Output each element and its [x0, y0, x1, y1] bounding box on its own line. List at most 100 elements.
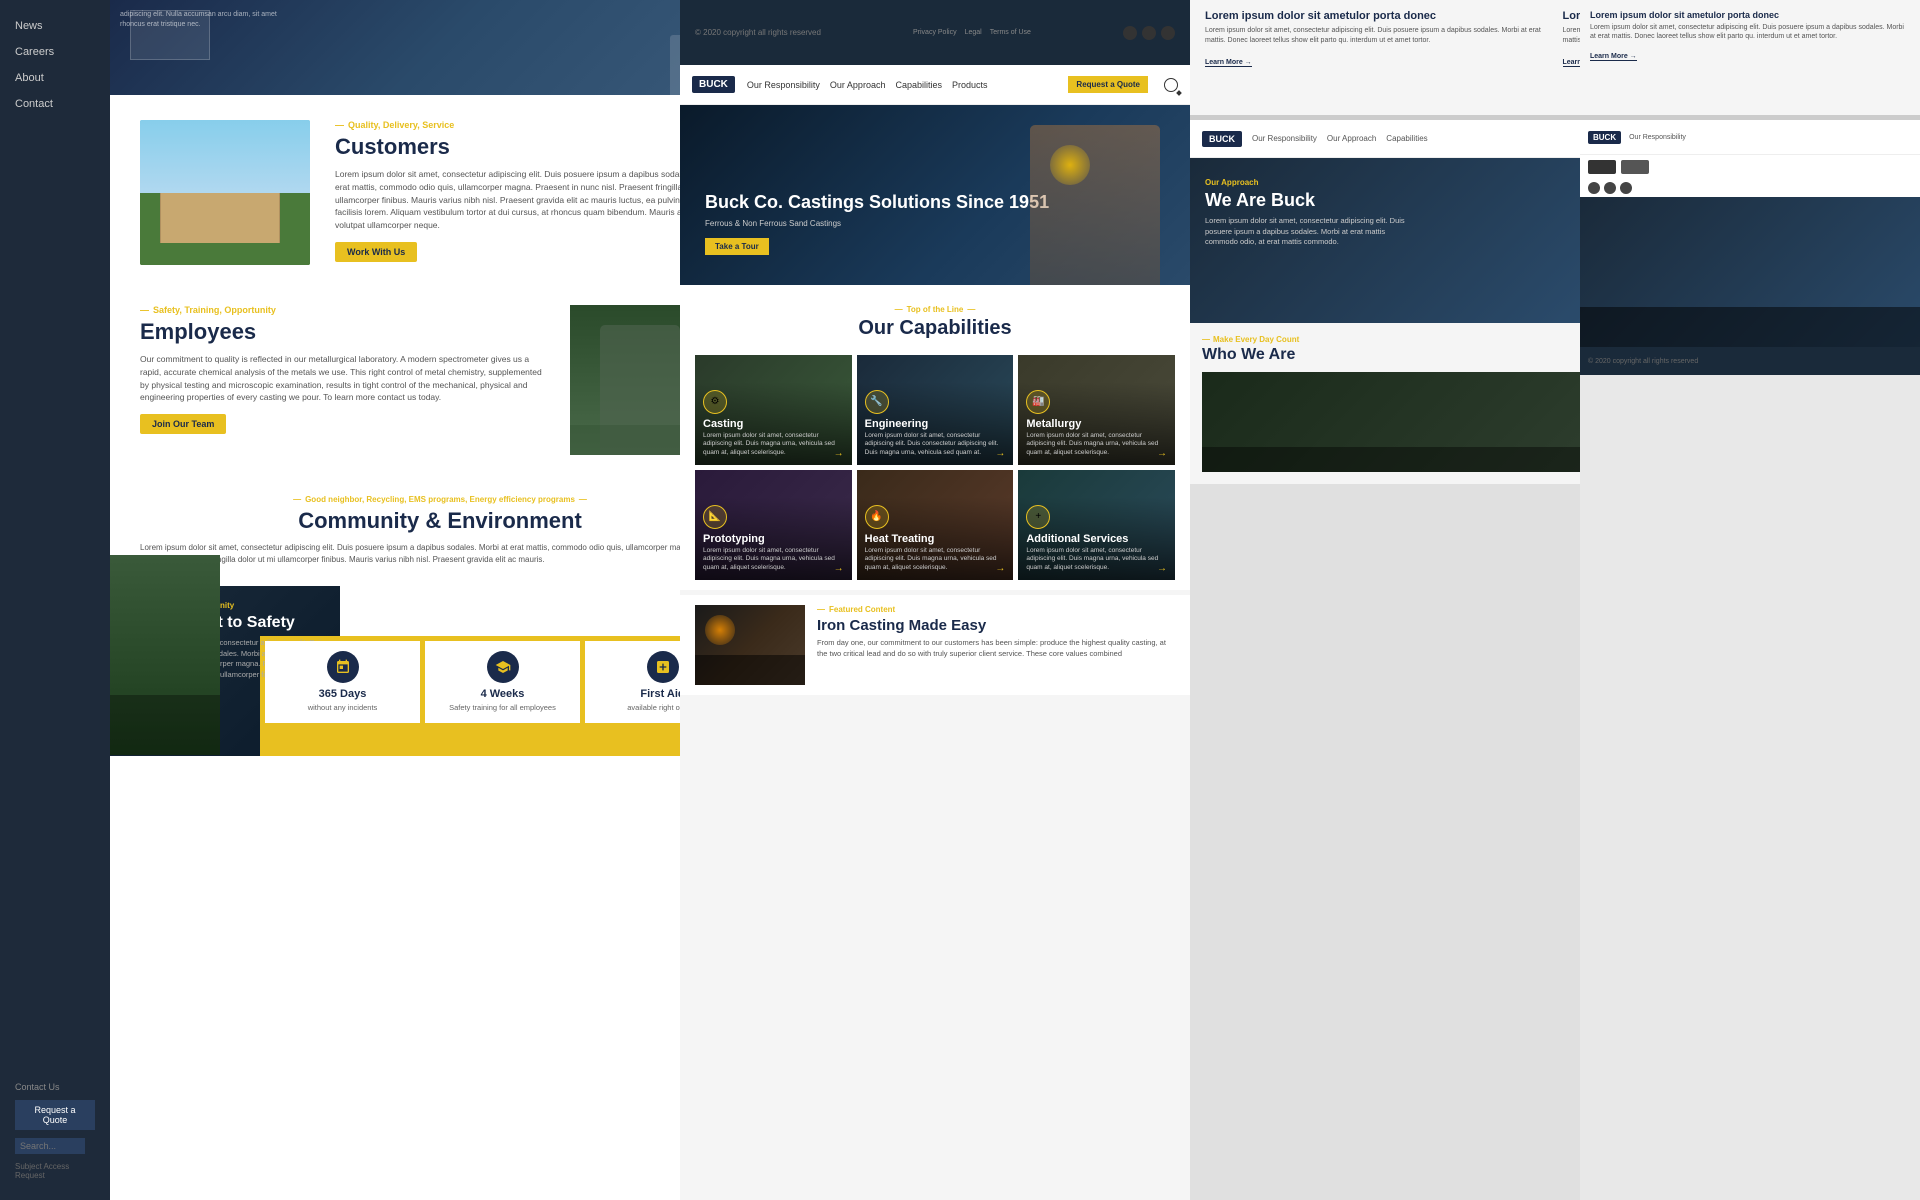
- sm-social-2[interactable]: [1604, 182, 1616, 194]
- we-are-buck-text: Our Approach We Are Buck Lorem ipsum dol…: [1205, 178, 1405, 248]
- social-icon-2[interactable]: [1142, 26, 1156, 40]
- cap-card-overlay-casting: ⚙ Casting Lorem ipsum dolor sit amet, co…: [695, 382, 852, 465]
- sm-learn-more-1[interactable]: Learn More →: [1590, 53, 1637, 61]
- safety-icon-firstaid: [647, 651, 679, 683]
- capabilities-title: Our Capabilities: [695, 317, 1175, 340]
- card-365-title: 365 Days: [319, 688, 367, 700]
- community-title: Community & Environment: [140, 508, 740, 534]
- cap-card-casting[interactable]: ⚙ Casting Lorem ipsum dolor sit amet, co…: [695, 355, 852, 465]
- right-panels: Lorem ipsum dolor sit ametulor porta don…: [1190, 0, 1920, 1200]
- sidebar-search-input[interactable]: [15, 1138, 85, 1154]
- cap-card-heat-treating[interactable]: 🔥 Heat Treating Lorem ipsum dolor sit am…: [857, 470, 1014, 580]
- nav-capabilities[interactable]: Capabilities: [895, 80, 942, 90]
- nav-capabilities-2[interactable]: Capabilities: [1386, 134, 1427, 143]
- we-are-title: We Are Buck: [1205, 190, 1405, 211]
- sm-nav-resp[interactable]: Our Responsibility: [1629, 134, 1686, 141]
- customers-image: [140, 120, 310, 265]
- calendar-icon: [335, 659, 351, 675]
- sm-icon-rect-2: [1621, 160, 1649, 174]
- casting-icon: ⚙: [703, 390, 727, 414]
- capabilities-label: Top of the Line: [695, 305, 1175, 314]
- top-hero-image: adipiscing elit. Nulla accumsan arcu dia…: [110, 0, 770, 95]
- search-icon[interactable]: [1164, 78, 1178, 92]
- capabilities-section: Top of the Line Our Capabilities ⚙ Casti…: [680, 285, 1190, 590]
- buck-logo: BUCK: [692, 76, 735, 93]
- sm-article-title-1: Lorem ipsum dolor sit ametulor porta don…: [1590, 10, 1910, 20]
- terms-link[interactable]: Terms of Use: [990, 29, 1031, 36]
- cap-card-overlay-metallurgy: 🏭 Metallurgy Lorem ipsum dolor sit amet,…: [1018, 382, 1175, 465]
- cap-card-additional[interactable]: + Additional Services Lorem ipsum dolor …: [1018, 470, 1175, 580]
- sidebar-item-news[interactable]: News: [15, 20, 95, 32]
- cap-heat-treating-body: Lorem ipsum dolor sit amet, consectetur …: [865, 547, 1006, 572]
- iron-casting-tag: Featured Content: [817, 605, 1175, 614]
- cap-additional-body: Lorem ipsum dolor sit amet, consectetur …: [1026, 547, 1167, 572]
- buck-hero: Buck Co. Castings Solutions Since 1951 F…: [680, 105, 1190, 285]
- cap-card-prototyping[interactable]: 📐 Prototyping Lorem ipsum dolor sit amet…: [695, 470, 852, 580]
- article-1-body: Lorem ipsum dolor sit amet, consectetur …: [1205, 26, 1548, 46]
- nav-our-responsibility[interactable]: Our Responsibility: [747, 80, 820, 90]
- cap-engineering-arrow: →: [995, 448, 1005, 459]
- sm-article-body-1: Lorem ipsum dolor sit amet, consectetur …: [1590, 23, 1910, 41]
- footer-links: Privacy Policy Legal Terms of Use: [913, 29, 1031, 36]
- additional-icon: +: [1026, 505, 1050, 529]
- cap-casting-arrow: →: [834, 448, 844, 459]
- nav-our-approach[interactable]: Our Approach: [830, 80, 886, 90]
- card-4weeks-subtitle: Safety training for all employees: [449, 703, 556, 713]
- buck-hero-subtitle: Ferrous & Non Ferrous Sand Castings: [705, 219, 1049, 228]
- cap-metallurgy-arrow: →: [1157, 448, 1167, 459]
- article-1-learn-more[interactable]: Learn More →: [1205, 59, 1252, 67]
- cap-heat-treating-arrow: →: [995, 563, 1005, 574]
- we-are-tag: Our Approach: [1205, 178, 1405, 187]
- prototyping-icon: 📐: [703, 505, 727, 529]
- iron-casting-image: [695, 605, 805, 685]
- sm-buck-logo: BUCK: [1588, 131, 1621, 144]
- nav-our-approach-2[interactable]: Our Approach: [1327, 134, 1376, 143]
- right-small-panel: Lorem ipsum dolor sit ametulor porta don…: [1580, 0, 1920, 1200]
- left-image-strip: [110, 555, 220, 755]
- legal-link[interactable]: Legal: [965, 29, 982, 36]
- article-card-1: Lorem ipsum dolor sit ametulor porta don…: [1205, 10, 1548, 105]
- card-firstaid-title: First Aid: [640, 688, 684, 700]
- buck-logo-2: BUCK: [1202, 131, 1242, 147]
- sidebar-quote-button[interactable]: Request a Quote: [15, 1100, 95, 1130]
- top-text-overlay: adipiscing elit. Nulla accumsan arcu dia…: [120, 10, 280, 30]
- employees-section: Safety, Training, Opportunity Employees …: [110, 290, 770, 480]
- sm-footer: © 2020 copyright all rights reserved: [1580, 347, 1920, 375]
- welder-image: [1030, 125, 1160, 285]
- cap-card-engineering[interactable]: 🔧 Engineering Lorem ipsum dolor sit amet…: [857, 355, 1014, 465]
- sm-social-1[interactable]: [1588, 182, 1600, 194]
- cap-card-overlay-engineering: 🔧 Engineering Lorem ipsum dolor sit amet…: [857, 382, 1014, 465]
- cap-card-overlay-heat-treating: 🔥 Heat Treating Lorem ipsum dolor sit am…: [857, 497, 1014, 580]
- sm-social-3[interactable]: [1620, 182, 1632, 194]
- customers-cta-button[interactable]: Work With Us: [335, 242, 417, 262]
- employees-cta-button[interactable]: Join Our Team: [140, 414, 226, 434]
- privacy-link[interactable]: Privacy Policy: [913, 29, 957, 36]
- cap-metallurgy-body: Lorem ipsum dolor sit amet, consectetur …: [1026, 432, 1167, 457]
- buck-hero-title: Buck Co. Castings Solutions Since 1951: [705, 192, 1049, 214]
- employees-text: Safety, Training, Opportunity Employees …: [140, 305, 545, 434]
- customers-section: Quality, Delivery, Service Customers Lor…: [110, 95, 770, 290]
- cap-card-overlay-additional: + Additional Services Lorem ipsum dolor …: [1018, 497, 1175, 580]
- sidebar-item-careers[interactable]: Careers: [15, 46, 95, 58]
- cap-prototyping-title: Prototyping: [703, 533, 844, 545]
- sidebar-item-about[interactable]: About: [15, 72, 95, 84]
- nav-our-responsibility-2[interactable]: Our Responsibility: [1252, 134, 1317, 143]
- cap-metallurgy-title: Metallurgy: [1026, 418, 1167, 430]
- nav-products[interactable]: Products: [952, 80, 988, 90]
- community-tag: Good neighbor, Recycling, EMS programs, …: [140, 495, 740, 504]
- sidebar-item-contact[interactable]: Contact: [15, 98, 95, 110]
- social-icon-1[interactable]: [1123, 26, 1137, 40]
- sidebar-search-row: [15, 1138, 95, 1154]
- iron-casting-text: Featured Content Iron Casting Made Easy …: [817, 605, 1175, 659]
- iron-casting-body: From day one, our commitment to our cust…: [817, 638, 1175, 659]
- request-quote-button[interactable]: Request a Quote: [1068, 76, 1148, 93]
- social-icons: [1123, 26, 1175, 40]
- take-tour-button[interactable]: Take a Tour: [705, 238, 769, 255]
- firstaid-icon: [655, 659, 671, 675]
- social-icon-3[interactable]: [1161, 26, 1175, 40]
- card-365-subtitle: without any incidents: [308, 703, 378, 713]
- sm-buck-header: BUCK Our Responsibility: [1580, 120, 1920, 155]
- sidebar-subject-access[interactable]: Subject Access Request: [15, 1162, 95, 1180]
- cap-card-metallurgy[interactable]: 🏭 Metallurgy Lorem ipsum dolor sit amet,…: [1018, 355, 1175, 465]
- main-container: News Careers About Contact Contact Us Re…: [0, 0, 1920, 1200]
